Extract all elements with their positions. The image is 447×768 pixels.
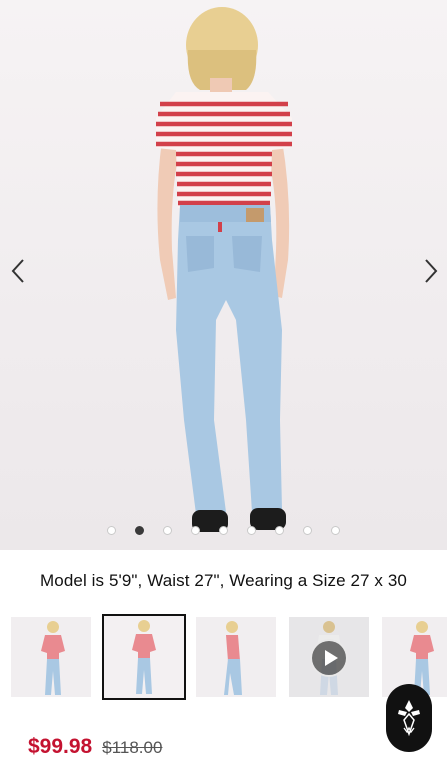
thumbnail-video[interactable] bbox=[289, 617, 369, 697]
carousel-pagination bbox=[0, 526, 447, 538]
thumbnail-image bbox=[224, 621, 242, 695]
price-row: $99.98 $118.00 bbox=[28, 735, 162, 765]
thumbnail-back-selected[interactable] bbox=[102, 614, 186, 700]
pagination-dot-active[interactable] bbox=[135, 526, 144, 535]
original-price: $118.00 bbox=[102, 738, 163, 757]
sale-price: $99.98 bbox=[28, 735, 93, 758]
pagination-dot[interactable] bbox=[191, 526, 200, 535]
chevron-right-icon[interactable] bbox=[421, 256, 441, 286]
thumbnail-image bbox=[132, 620, 156, 694]
model-size-caption: Model is 5'9", Waist 27", Wearing a Size… bbox=[40, 571, 407, 590]
pagination-dot[interactable] bbox=[163, 526, 172, 535]
pagination-dot[interactable] bbox=[247, 526, 256, 535]
pagination-dot[interactable] bbox=[219, 526, 228, 535]
thumbnail-front[interactable] bbox=[11, 617, 91, 697]
product-photo-back-view bbox=[156, 7, 292, 532]
pagination-dot[interactable] bbox=[303, 526, 312, 535]
play-icon[interactable] bbox=[310, 639, 348, 677]
ai-assistant-icon bbox=[398, 700, 420, 737]
thumbnail-side[interactable] bbox=[196, 617, 276, 697]
pagination-dot[interactable] bbox=[107, 526, 116, 535]
thumbnail-strip bbox=[0, 614, 447, 700]
ai-assistant-button[interactable] bbox=[386, 684, 432, 752]
chevron-left-icon[interactable] bbox=[8, 256, 28, 286]
thumbnail-image bbox=[41, 621, 65, 695]
product-image-carousel[interactable] bbox=[0, 0, 447, 550]
pagination-dot[interactable] bbox=[275, 526, 284, 535]
pagination-dot[interactable] bbox=[331, 526, 340, 535]
